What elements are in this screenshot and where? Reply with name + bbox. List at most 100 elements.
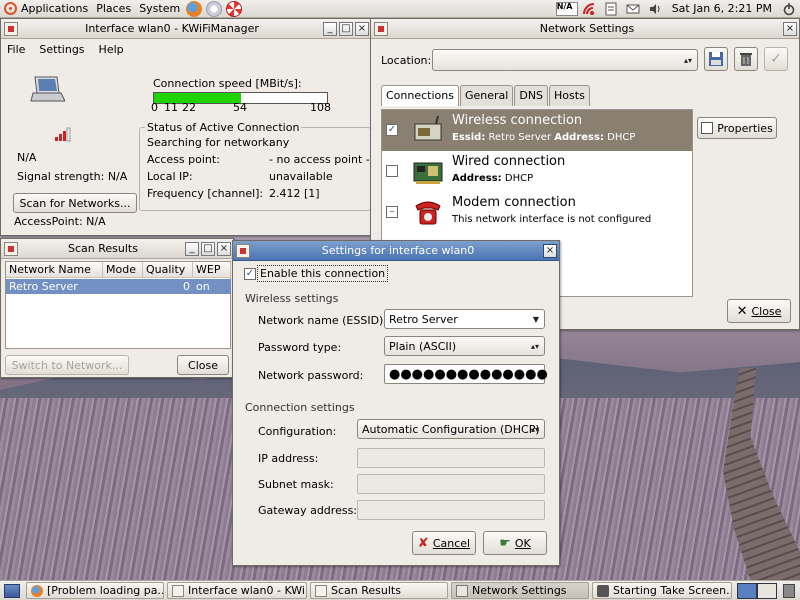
connection-settings-heading: Connection settings [245, 401, 355, 414]
connection-wired[interactable]: Wired connection Address: DHCP [382, 151, 692, 192]
notes-icon[interactable] [604, 2, 618, 16]
minimize-button[interactable]: _ [185, 241, 199, 256]
password-type-select[interactable]: Plain (ASCII) ▴▾ [384, 336, 545, 356]
location-combo[interactable]: ▴▾ [432, 49, 698, 71]
wireless-enable-checkbox[interactable]: ✓ [386, 124, 398, 136]
scan-close-button[interactable]: Close [177, 355, 229, 375]
enable-connection-label[interactable]: Enable this connection [257, 265, 389, 282]
password-input[interactable]: ●●●●●●●●●●●●●● [384, 364, 548, 384]
netset-titlebar[interactable]: Network Settings × [371, 19, 799, 39]
scan-networks-button[interactable]: Scan for Networks... [13, 193, 137, 213]
column-header-mode[interactable]: Mode [103, 262, 143, 278]
close-window-button[interactable]: × [543, 243, 557, 258]
menu-file[interactable]: File [7, 43, 25, 56]
tab-hosts[interactable]: Hosts [549, 85, 590, 106]
scan-window-icon[interactable] [4, 241, 18, 256]
essid-label: Network name (ESSID): [258, 314, 388, 327]
scan-results-window: Scan Results _ □ × Network Name Mode Qua… [0, 238, 234, 378]
table-row-cell-quality[interactable]: 0 [143, 279, 193, 294]
cancel-button[interactable]: ✘ Cancel [412, 531, 476, 555]
menu-help[interactable]: Help [99, 43, 124, 56]
taskbar-item-scan-results[interactable]: Scan Results [310, 582, 448, 599]
column-header-wep[interactable]: WEP [193, 262, 231, 278]
workspace-2[interactable] [757, 582, 777, 599]
kwifi-titlebar[interactable]: Interface wlan0 - KWiFiManager _ □ × [1, 19, 371, 39]
configuration-select[interactable]: Automatic Configuration (DHCP) ▴▾ [357, 419, 545, 439]
status-label: Access point: [147, 153, 220, 166]
tab-dns[interactable]: DNS [514, 85, 549, 106]
status-value: - no access point - [269, 153, 370, 166]
close-window-button[interactable]: × [217, 241, 231, 256]
dialog-titlebar[interactable]: Settings for interface wlan0 × [233, 241, 559, 261]
connection-subtitle: This network interface is not configured [452, 214, 652, 225]
help-launcher-icon[interactable] [226, 0, 243, 17]
table-row-cell-wep[interactable]: on [193, 279, 231, 294]
speed-tick: 11 [164, 101, 178, 114]
close-button[interactable]: ✕ Close [727, 299, 791, 323]
save-location-button[interactable] [704, 47, 728, 71]
camera-icon [597, 584, 609, 597]
subnet-mask-input[interactable] [357, 474, 545, 494]
dialog-window-icon[interactable] [236, 243, 250, 258]
kwifi-icon [172, 584, 184, 597]
connection-modem[interactable]: – Modem connection This network interfac… [382, 192, 692, 233]
workspace-switcher[interactable] [737, 582, 777, 599]
power-icon[interactable] [782, 2, 796, 16]
places-menu[interactable]: Places [92, 0, 135, 18]
subnet-mask-label: Subnet mask: [258, 478, 334, 491]
connection-subtitle: Address: DHCP [452, 173, 534, 184]
close-window-button[interactable]: × [783, 21, 797, 36]
connection-wireless[interactable]: ✓ Wireless connection Essid: Retro Serve… [382, 110, 692, 151]
ok-hand-icon: ☛ [499, 535, 511, 551]
enable-connection-checkbox[interactable]: ✓ [244, 268, 256, 280]
trash-icon[interactable] [783, 583, 795, 598]
kwifi-icon [315, 584, 327, 597]
volume-icon[interactable] [648, 2, 662, 16]
maximize-button[interactable]: □ [339, 21, 353, 36]
column-header-network-name[interactable]: Network Name [6, 262, 103, 278]
netset-window-icon[interactable] [374, 21, 388, 36]
table-row-cell-name[interactable]: Retro Server [6, 279, 103, 294]
table-row-cell-mode[interactable] [103, 279, 143, 294]
menu-settings[interactable]: Settings [39, 43, 84, 56]
network-status-icon[interactable]: N/A [555, 1, 578, 16]
applications-menu[interactable]: Applications [0, 0, 92, 18]
switch-to-network-button[interactable]: Switch to Network... [5, 355, 129, 375]
essid-combo[interactable]: Retro Server ▼ [384, 309, 545, 329]
dropdown-arrow-icon: ▼ [532, 314, 539, 324]
ok-button[interactable]: ☛ OK [483, 531, 547, 555]
wifi-signal-icon[interactable] [582, 2, 596, 16]
column-header-quality[interactable]: Quality [143, 262, 193, 278]
taskbar-item-kwifi[interactable]: Interface wlan0 - KWi... [167, 582, 307, 599]
properties-button[interactable]: Properties [697, 117, 777, 139]
cancel-x-icon: ✘ [417, 535, 429, 551]
gateway-address-input[interactable] [357, 500, 545, 520]
connection-title: Wired connection [452, 154, 566, 169]
show-desktop-icon[interactable] [4, 583, 20, 598]
tab-connections[interactable]: Connections [381, 85, 459, 106]
minimize-button[interactable]: _ [323, 21, 337, 36]
taskbar-item-screenshot[interactable]: Starting Take Screen... [592, 582, 732, 599]
close-window-button[interactable]: × [355, 21, 369, 36]
connection-title: Modem connection [452, 195, 576, 210]
system-menu[interactable]: System [135, 0, 184, 18]
maximize-button[interactable]: □ [201, 241, 215, 256]
status-label: Frequency [channel]: [147, 187, 264, 200]
apply-location-button[interactable]: ✓ [764, 47, 788, 71]
tab-general[interactable]: General [459, 85, 514, 106]
clock[interactable]: Sat Jan 6, 2:21 PM [666, 2, 778, 15]
mail-icon[interactable] [626, 2, 640, 16]
workspace-1[interactable] [737, 582, 757, 599]
kwifi-window-icon[interactable] [4, 21, 18, 36]
modem-enable-checkbox[interactable]: – [386, 206, 398, 218]
delete-location-button[interactable] [734, 47, 758, 71]
firefox-launcher-icon[interactable] [186, 0, 203, 17]
taskbar-item-browser[interactable]: [Problem loading pa... [26, 582, 164, 599]
taskbar-item-network-settings[interactable]: Network Settings [451, 582, 589, 599]
email-launcher-icon[interactable] [206, 0, 223, 17]
checkmark-icon: ✓ [770, 51, 782, 67]
wired-enable-checkbox[interactable] [386, 165, 398, 177]
top-panel: Applications Places System N/A Sat Jan 6… [0, 0, 800, 18]
scan-titlebar[interactable]: Scan Results _ □ × [1, 239, 233, 259]
ip-address-input[interactable] [357, 448, 545, 468]
